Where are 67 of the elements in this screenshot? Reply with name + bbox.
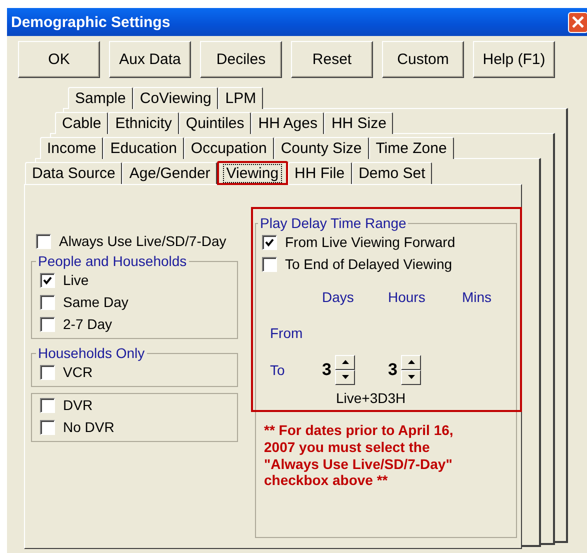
tab[interactable]: Cable [55,112,108,134]
dialog-button[interactable]: OK [18,41,100,78]
checkmark-icon [265,238,274,246]
down-arrow-icon [342,375,349,379]
dialog-button[interactable]: Help (F1) [473,41,555,78]
tab[interactable]: HH Size [324,112,394,134]
up-arrow-icon [342,360,349,364]
spinner-value: 3 [388,360,398,380]
summary-label: Live+3D3H [335,390,407,406]
dialog-button[interactable]: Reset [291,41,373,78]
checkbox[interactable] [40,420,55,434]
checkbox-label: Live [63,272,89,288]
close-button[interactable] [568,12,587,32]
checkbox[interactable] [36,234,51,248]
window-title: Demographic Settings [11,14,170,30]
checkbox-label: VCR [63,364,93,380]
checkbox-label: From Live Viewing Forward [285,234,456,250]
spin-down-button[interactable] [335,370,356,384]
row-label: From [269,324,304,342]
checkbox-label: DVR [63,397,93,413]
checkbox[interactable] [40,364,55,380]
checkbox[interactable] [262,234,277,250]
tab[interactable]: Data Source [25,162,122,184]
tab[interactable]: Ethnicity [108,112,179,134]
checkbox[interactable] [40,294,55,310]
group-title: Play Delay Time Range [259,215,408,231]
checkbox[interactable] [40,398,55,412]
tab[interactable]: Time Zone [368,137,454,159]
spin-down-button[interactable] [401,370,422,384]
down-arrow-icon [408,375,415,379]
checkbox-label: Same Day [63,294,128,310]
up-arrow-icon [408,360,415,364]
tab[interactable]: Education [103,137,184,159]
checkbox[interactable] [262,256,277,272]
note-text: ** For dates prior to April 16, 2007 you must select the "Always Use Live/SD/7-Day" checkbox above ** [264,422,454,490]
tab[interactable]: HH Ages [251,112,324,134]
tab[interactable]: Income [40,137,104,159]
tab[interactable]: CoViewing [132,87,218,109]
tab[interactable]: Sample [68,87,133,109]
column-header: Hours [388,289,426,307]
tab[interactable]: Occupation [184,137,274,159]
tab[interactable]: HH File [288,162,352,184]
spin-up-button[interactable] [335,354,356,370]
checkbox-label: To End of Delayed Viewing [285,256,452,272]
tab[interactable]: Quintiles [178,112,252,134]
checkbox[interactable] [40,316,55,332]
spinner-value: 3 [322,360,332,380]
checkbox[interactable] [40,272,55,288]
spin-up-button[interactable] [401,354,422,370]
tab[interactable]: Demo Set [352,162,432,184]
dialog-button[interactable]: Deciles [200,41,282,78]
group-title: Households Only [37,345,146,361]
group-title: People and Households [37,253,188,269]
checkmark-icon [43,276,52,284]
dialog-button[interactable]: Aux Data [109,41,191,78]
tab[interactable]: County Size [274,137,369,159]
row-label: To [269,360,286,380]
close-icon [572,16,584,28]
checkbox-label: Always Use Live/SD/7-Day [59,233,226,249]
tab[interactable]: Viewing [217,161,288,185]
checkbox-label: 2-7 Day [63,316,112,332]
checkbox-label: No DVR [63,419,114,435]
tab[interactable]: LPM [218,87,264,109]
column-header: Mins [462,289,493,307]
dialog-button[interactable]: Custom [382,41,464,78]
column-header: Days [322,289,355,307]
tab[interactable]: Age/Gender [122,162,218,184]
